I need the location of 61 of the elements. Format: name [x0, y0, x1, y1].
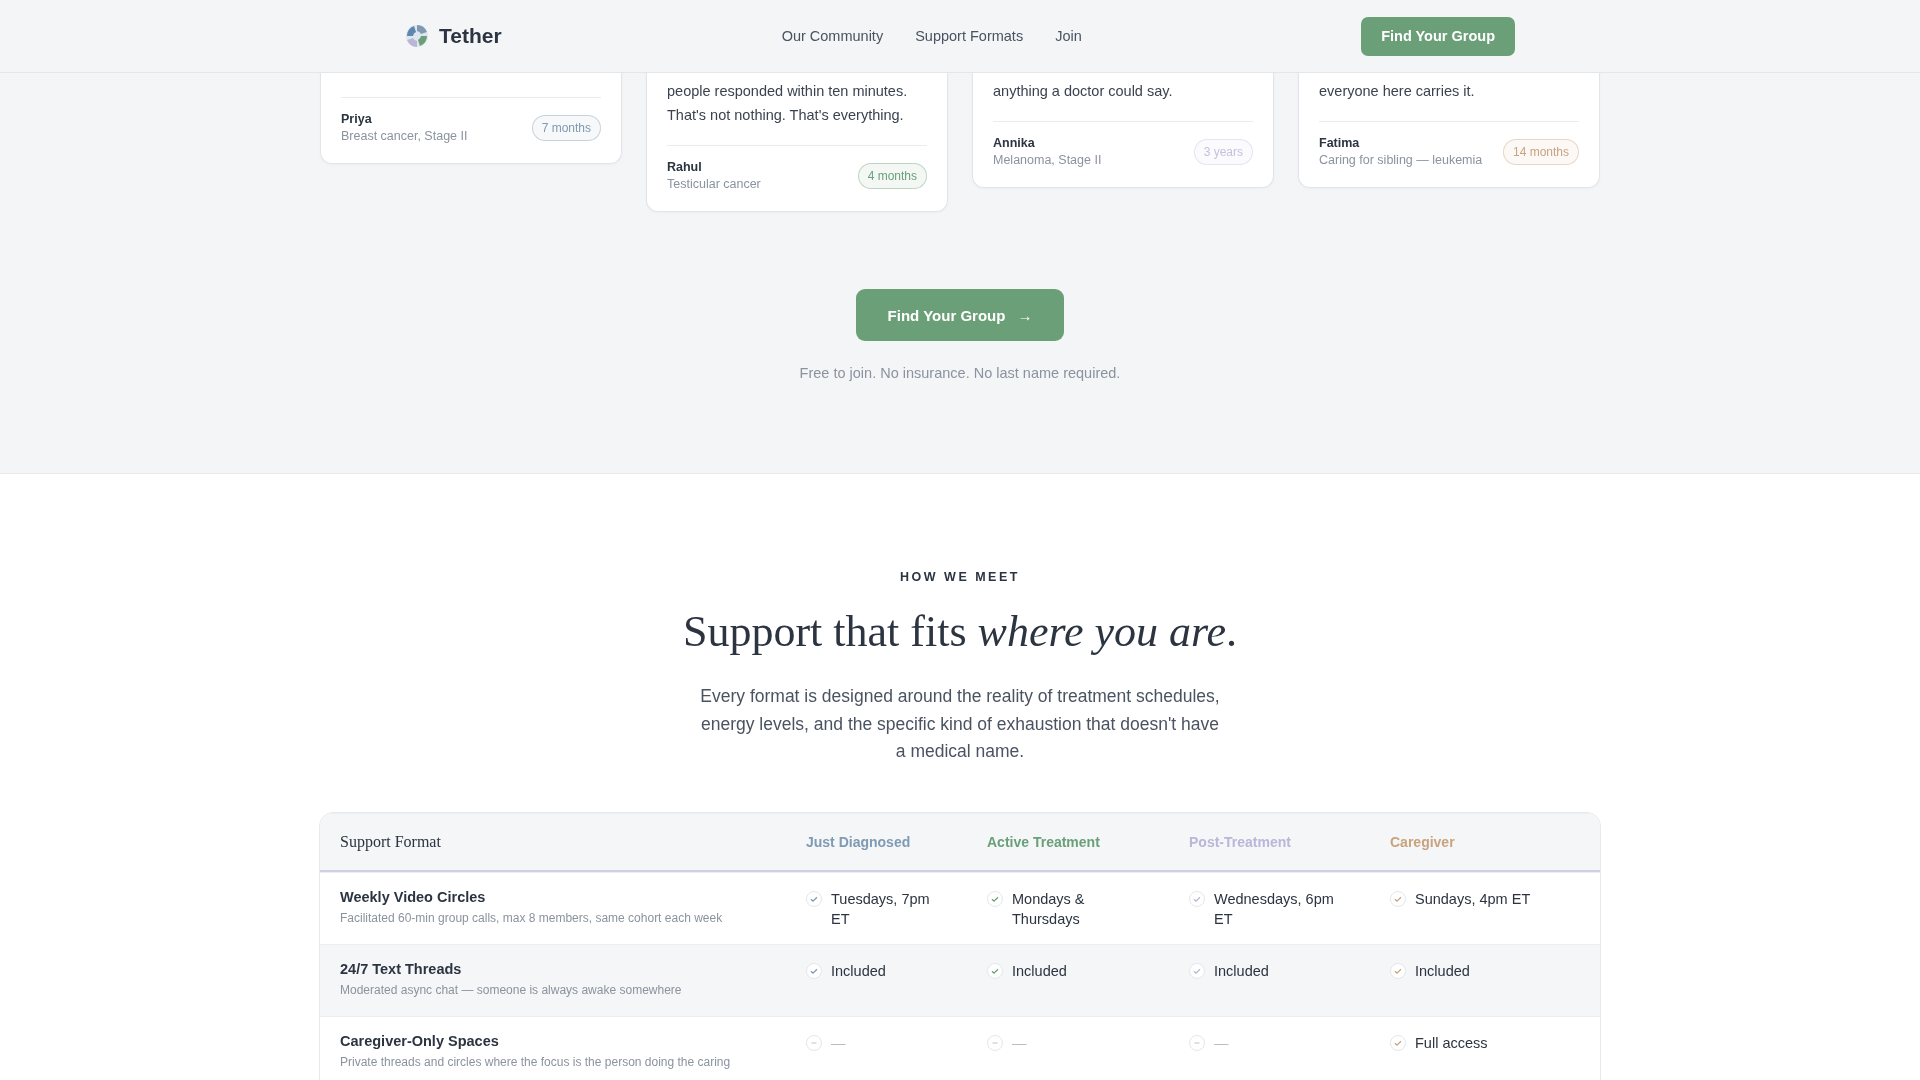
member-name: Fatima: [1319, 136, 1361, 150]
cell-text: Wednesdays, 6pm ET: [1214, 889, 1335, 929]
nav-link[interactable]: Our Community: [781, 28, 884, 44]
check-icon: [1390, 1034, 1406, 1051]
cell-text: —: [1012, 1033, 1027, 1053]
duration-badge: 3 years: [1193, 138, 1253, 165]
check-icon: [987, 890, 1003, 907]
format-description: Facilitated 60-min group calls, max 8 members, same cohort each week: [339, 910, 724, 925]
brand-name: Tether: [439, 24, 502, 48]
member-detail: Melanoma, Stage II: [993, 153, 1102, 167]
cell-text: Included: [831, 961, 886, 981]
section-heading: Support that fits where you are.: [682, 606, 1238, 657]
quote-text: anything a doctor could say.: [993, 82, 1174, 101]
column-header: Caregiver: [1389, 833, 1456, 850]
check-icon: [1390, 890, 1406, 907]
dash-circle-icon: [806, 1034, 822, 1051]
quote-text: That's not nothing. That's everything.: [667, 106, 905, 125]
cell-text: Included: [1415, 961, 1470, 981]
format-description: Moderated async chat — someone is always awake somewhere: [339, 982, 683, 997]
format-description: Private threads and circles where the focus is the person doing the caring: [339, 1054, 732, 1069]
cell-text: —: [1214, 1033, 1229, 1053]
check-icon: [1189, 890, 1205, 907]
column-header: Just Diagnosed: [805, 833, 912, 850]
check-icon: [1189, 962, 1205, 979]
check-icon: [1390, 962, 1406, 979]
member-name: Annika: [993, 136, 1036, 150]
nav-link[interactable]: Join: [1055, 28, 1082, 44]
duration-badge: 4 months: [857, 162, 927, 189]
cta-note: Free to join. No insurance. No last name required.: [799, 365, 1121, 381]
duration-badge: 14 months: [1502, 138, 1579, 165]
format-name: Caregiver-Only Spaces: [339, 1032, 500, 1049]
check-icon: [806, 962, 822, 979]
cell-text: Sundays, 4pm ET: [1415, 889, 1531, 909]
quote-text: people responded within ten minutes.: [667, 82, 909, 101]
member-name: Rahul: [667, 160, 703, 174]
cell-text: Included: [1012, 961, 1067, 981]
dash-circle-icon: [1189, 1034, 1205, 1051]
member-detail: Breast cancer, Stage II: [341, 129, 468, 143]
member-detail: Testicular cancer: [667, 177, 761, 191]
check-icon: [987, 962, 1003, 979]
column-header: Active Treatment: [986, 833, 1101, 850]
cell-text: —: [831, 1033, 846, 1053]
section-intro: Every format is designed around the reality of treatment schedules, energy levels, and the specific kind of exhaustion that doesn't have a medical name.: [699, 685, 1221, 763]
column-header: Support Format: [339, 832, 442, 851]
duration-badge: 7 months: [531, 114, 601, 141]
cell-text: Mondays & Thursdays: [1012, 889, 1086, 929]
format-name: 24/7 Text Threads: [339, 960, 463, 977]
section-eyebrow: HOW WE MEET: [900, 570, 1020, 584]
format-name: Weekly Video Circles: [339, 888, 487, 905]
column-header: Post-Treatment: [1188, 833, 1292, 850]
cell-text: Tuesdays, 7pm ET: [831, 889, 931, 929]
member-name: Priya: [341, 112, 373, 126]
cell-text: Full access: [1415, 1033, 1488, 1053]
logo-icon: [405, 24, 429, 48]
nav-link[interactable]: Support Formats: [915, 28, 1024, 44]
arrow-icon: →: [1017, 306, 1033, 324]
dash-circle-icon: [987, 1034, 1003, 1051]
cell-text: Included: [1214, 961, 1269, 981]
check-icon: [806, 890, 822, 907]
member-detail: Caring for sibling — leukemia: [1319, 153, 1483, 167]
quote-text: everyone here carries it.: [1319, 82, 1476, 101]
